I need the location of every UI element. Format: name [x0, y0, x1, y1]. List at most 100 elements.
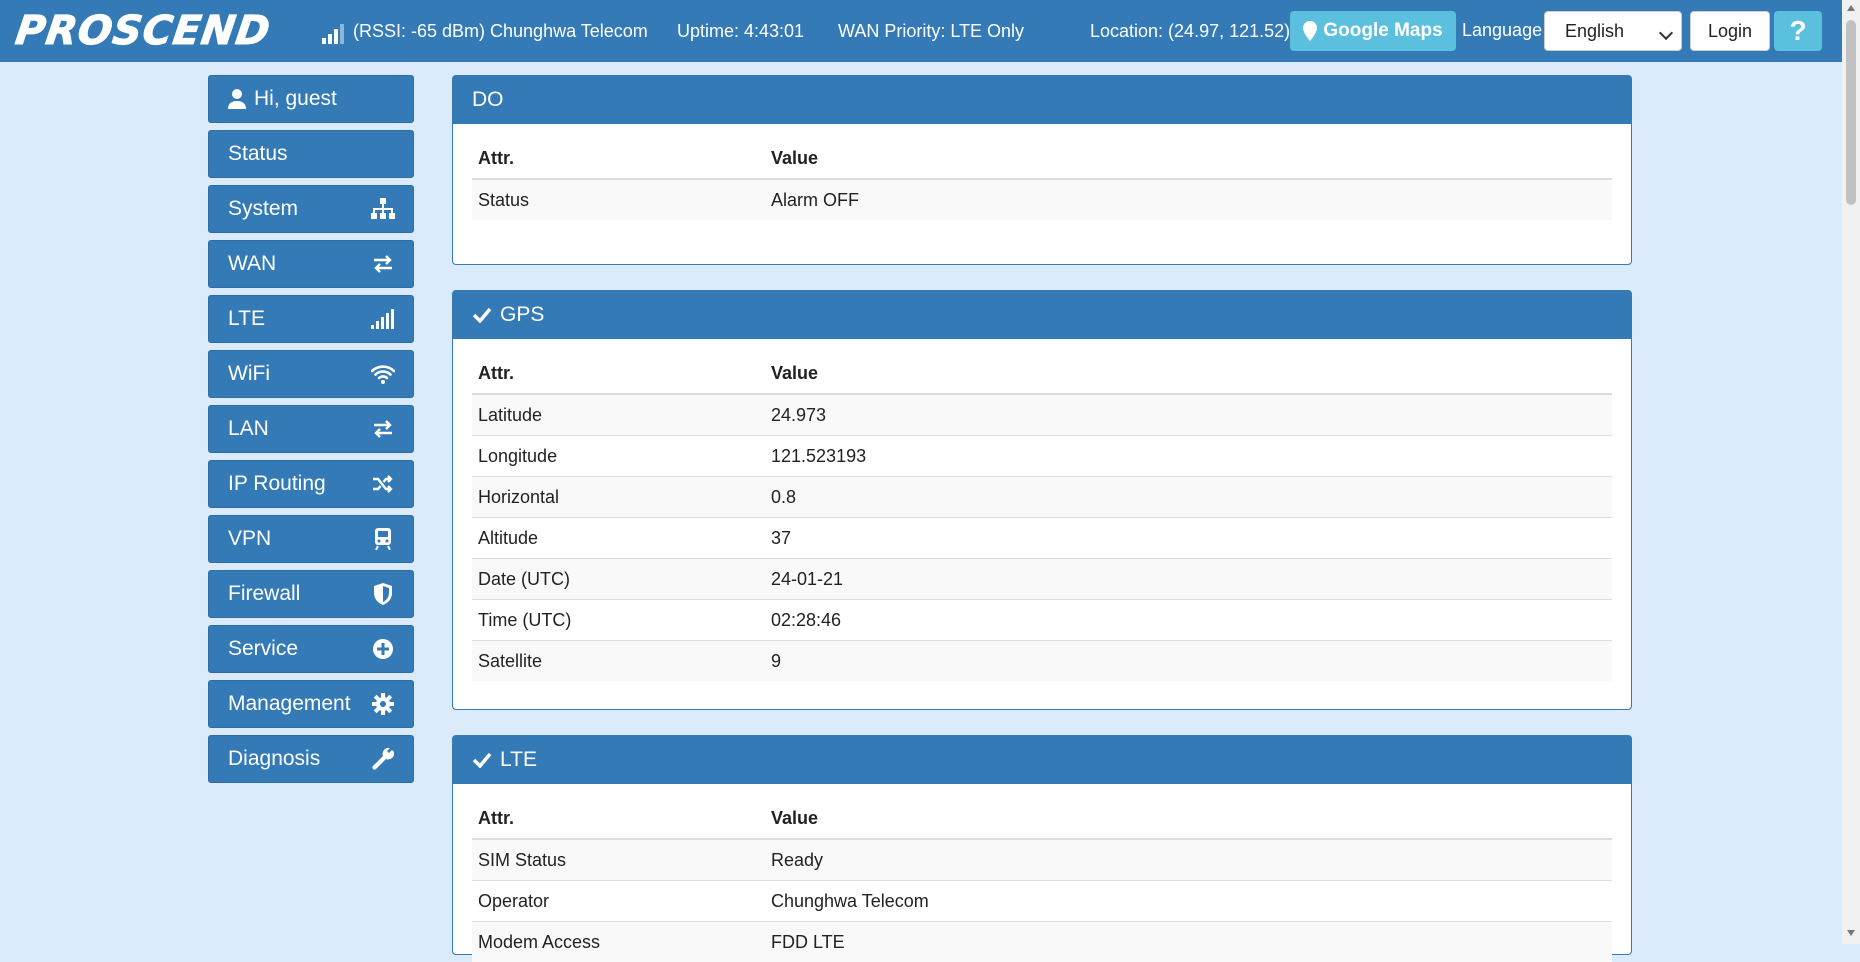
user-greeting[interactable]: Hi, guest [208, 75, 414, 123]
value-cell: 9 [765, 641, 1612, 682]
value-cell: 24-01-21 [765, 559, 1612, 600]
column-header-value: Value [765, 138, 1612, 179]
gps-table: Attr. Value Latitude24.973 Longitude121.… [472, 353, 1612, 681]
value-cell: Chunghwa Telecom [765, 881, 1612, 922]
sidebar-item-lan[interactable]: LAN [208, 405, 414, 453]
do-table: Attr. Value Status Alarm OFF [472, 138, 1612, 220]
sidebar-item-label: VPN [228, 527, 271, 551]
column-header-value: Value [765, 798, 1612, 839]
wifi-icon [371, 362, 395, 386]
table-row: Latitude24.973 [472, 394, 1612, 436]
chevron-down-icon [1659, 26, 1673, 40]
panel-lte-header: LTE [453, 736, 1631, 784]
sidebar-item-label: System [228, 197, 298, 221]
signal-status: (RSSI: -65 dBm) Chunghwa Telecom [353, 20, 648, 42]
sidebar-item-label: Service [228, 637, 298, 661]
table-row: Altitude37 [472, 518, 1612, 559]
panel-do: DO Attr. Value Status Alarm OFF [452, 75, 1632, 265]
lte-table: Attr. Value SIM StatusReady OperatorChun… [472, 798, 1612, 962]
sidebar-item-management[interactable]: Management [208, 680, 414, 728]
check-icon [472, 752, 492, 768]
value-cell: 02:28:46 [765, 600, 1612, 641]
gear-icon [371, 692, 395, 716]
plus-circle-icon [371, 637, 395, 661]
table-row: SIM StatusReady [472, 839, 1612, 881]
check-icon [472, 307, 492, 323]
scroll-thumb[interactable] [1846, 20, 1856, 205]
sidebar-item-label: WAN [228, 252, 276, 276]
value-cell: 121.523193 [765, 436, 1612, 477]
value-cell: Ready [765, 839, 1612, 881]
sidebar-item-wifi[interactable]: WiFi [208, 350, 414, 398]
table-row: Status Alarm OFF [472, 179, 1612, 220]
attr-cell: Modem Access [472, 922, 765, 962]
table-row: Longitude121.523193 [472, 436, 1612, 477]
value-cell: 24.973 [765, 394, 1612, 436]
attr-cell: Date (UTC) [472, 559, 765, 600]
panel-title: GPS [500, 303, 544, 327]
sidebar-item-service[interactable]: Service [208, 625, 414, 673]
google-maps-label: Google Maps [1323, 20, 1442, 42]
sidebar-item-lte[interactable]: LTE [208, 295, 414, 343]
table-row: Time (UTC)02:28:46 [472, 600, 1612, 641]
column-header-attr: Attr. [472, 138, 765, 179]
scroll-down-icon[interactable] [1847, 930, 1855, 936]
sidebar-item-label: WiFi [228, 362, 270, 386]
table-row: OperatorChunghwa Telecom [472, 881, 1612, 922]
value-cell: Alarm OFF [765, 179, 1612, 220]
uptime-text: Uptime: 4:43:01 [677, 20, 804, 42]
sitemap-icon [371, 197, 395, 221]
sidebar-item-diagnosis[interactable]: Diagnosis [208, 735, 414, 783]
table-row: Modem AccessFDD LTE [472, 922, 1612, 962]
wan-priority-text: WAN Priority: LTE Only [838, 20, 1024, 42]
google-maps-button[interactable]: Google Maps [1290, 11, 1456, 51]
sidebar-item-label: Management [228, 692, 351, 716]
shield-icon [371, 582, 395, 606]
language-selected-value: English [1565, 21, 1624, 41]
sidebar-item-status[interactable]: Status [208, 130, 414, 178]
sidebar-item-label: LAN [228, 417, 269, 441]
sidebar-item-firewall[interactable]: Firewall [208, 570, 414, 618]
scroll-up-icon[interactable] [1847, 5, 1855, 11]
user-icon [228, 89, 246, 109]
sidebar-item-vpn[interactable]: VPN [208, 515, 414, 563]
panel-lte: LTE Attr. Value SIM StatusReady Operator… [452, 735, 1632, 955]
sidebar-item-label: Status [228, 142, 288, 166]
column-header-attr: Attr. [472, 798, 765, 839]
exchange-icon [371, 252, 395, 276]
map-marker-icon [1303, 21, 1317, 41]
sidebar-item-label: Diagnosis [228, 747, 320, 771]
help-button[interactable]: ? [1774, 11, 1822, 51]
page-scrollbar[interactable] [1842, 0, 1860, 944]
exchange-icon [371, 417, 395, 441]
panel-title: LTE [500, 748, 537, 772]
table-row: Horizontal0.8 [472, 477, 1612, 518]
login-button[interactable]: Login [1690, 11, 1770, 51]
signal-bars-icon [371, 307, 395, 331]
attr-cell: Satellite [472, 641, 765, 682]
wrench-icon [371, 747, 395, 771]
train-icon [371, 527, 395, 551]
language-select[interactable]: English [1544, 11, 1682, 51]
sidebar-nav: Hi, guest Status System WAN LTE WiFi LAN [208, 75, 414, 790]
table-row: Date (UTC)24-01-21 [472, 559, 1612, 600]
attr-cell: Operator [472, 881, 765, 922]
language-label: Language [1462, 20, 1542, 41]
sidebar-item-system[interactable]: System [208, 185, 414, 233]
attr-cell: SIM Status [472, 839, 765, 881]
attr-cell: Time (UTC) [472, 600, 765, 641]
sidebar-item-ip-routing[interactable]: IP Routing [208, 460, 414, 508]
greeting-text: Hi, guest [254, 87, 337, 111]
attr-cell: Status [472, 179, 765, 220]
panel-gps-header: GPS [453, 291, 1631, 339]
sidebar-item-wan[interactable]: WAN [208, 240, 414, 288]
attr-cell: Altitude [472, 518, 765, 559]
column-header-value: Value [765, 353, 1612, 394]
brand-logo: PROSCEND [13, 10, 273, 52]
top-bar: PROSCEND (RSSI: -65 dBm) Chunghwa Teleco… [0, 0, 1842, 62]
attr-cell: Horizontal [472, 477, 765, 518]
column-header-attr: Attr. [472, 353, 765, 394]
panel-gps: GPS Attr. Value Latitude24.973 Longitude… [452, 290, 1632, 710]
value-cell: FDD LTE [765, 922, 1612, 962]
sidebar-item-label: Firewall [228, 582, 300, 606]
